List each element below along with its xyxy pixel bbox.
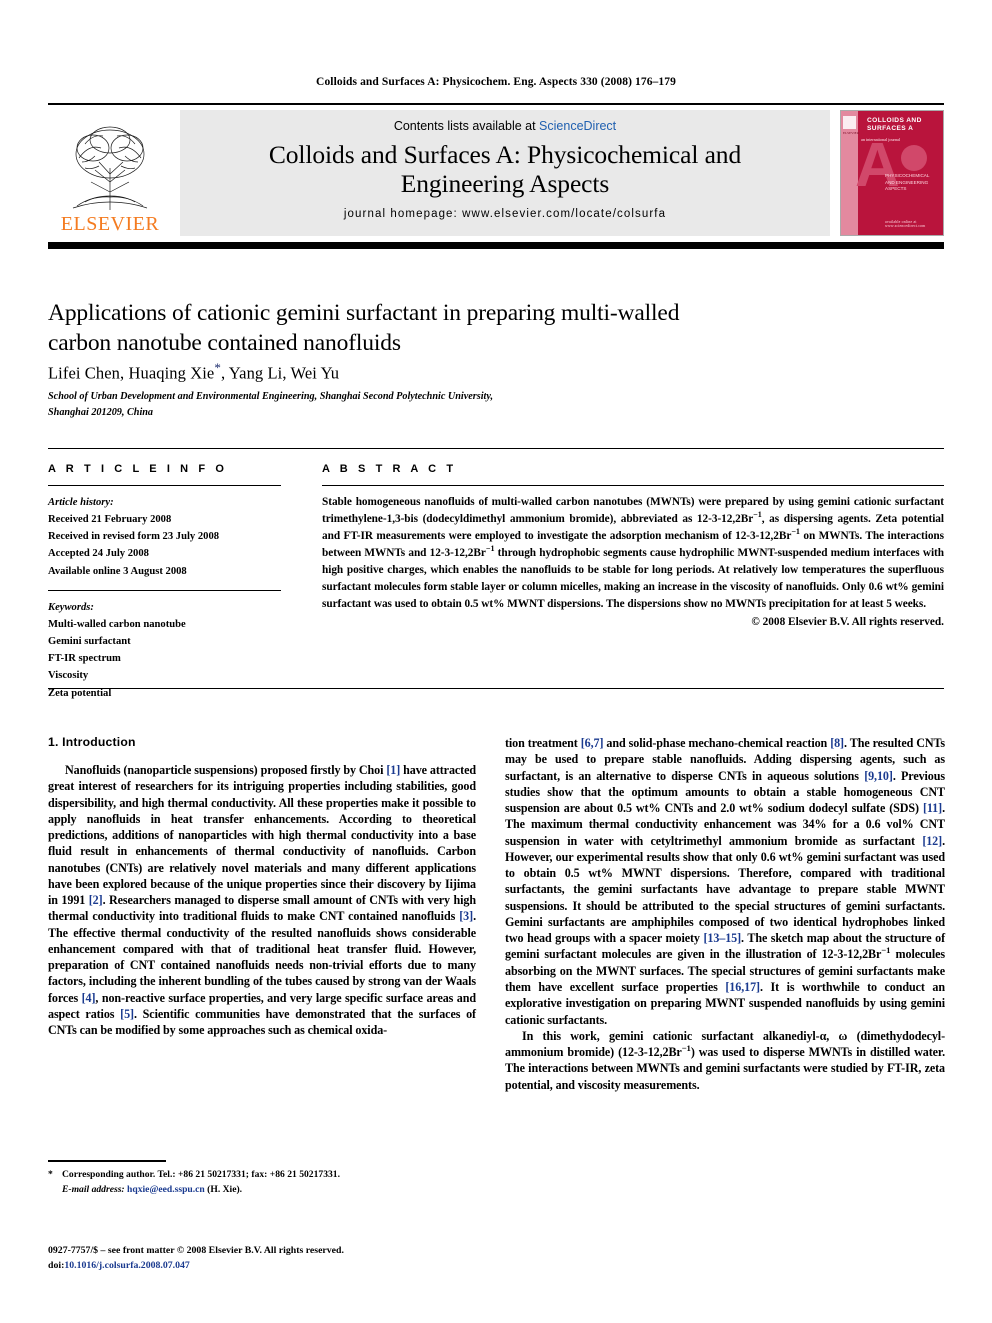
- history-item: Received 21 February 2008: [48, 514, 172, 526]
- keywords-label: Keywords:: [48, 601, 94, 613]
- affiliation-line1: School of Urban Development and Environm…: [48, 391, 494, 402]
- abstract-divider: [322, 485, 944, 486]
- abstract-sup-1: −1: [753, 510, 762, 520]
- footnote-email-line: E-mail address: hqxie@eed.sspu.cn (H. Xi…: [48, 1183, 478, 1198]
- footer-doi-link[interactable]: 10.1016/j.colsurfa.2008.07.047: [64, 1260, 189, 1271]
- cover-bottom-text: available online at www.sciencedirect.co…: [885, 220, 926, 228]
- cover-dot-shape: [901, 145, 927, 171]
- keyword-item: Gemini surfactant: [48, 636, 131, 648]
- citation-ref[interactable]: [13–15]: [703, 931, 741, 945]
- t1: Nanofluids (nanoparticle suspensions) pr…: [65, 763, 387, 777]
- citation-ref[interactable]: [5]: [120, 1007, 134, 1021]
- abstract-copyright: © 2008 Elsevier B.V. All rights reserved…: [751, 615, 944, 628]
- journal-title-line1: Colloids and Surfaces A: Physicochemical…: [268, 140, 742, 169]
- footer-doi-label: doi:: [48, 1260, 65, 1272]
- cover-subtitle: PHYSICOCHEMICAL AND ENGINEERING ASPECTS: [885, 173, 930, 192]
- section-heading-introduction: 1. Introduction: [48, 735, 136, 749]
- corresponding-author-marker[interactable]: *: [214, 360, 221, 375]
- header-rule-top: [48, 103, 944, 105]
- article-history-label: Article history:: [48, 497, 114, 508]
- t3: . Researchers managed to disperse small …: [48, 893, 476, 924]
- elsevier-tree-icon: [72, 126, 148, 210]
- authors-rest: , Yang Li, Wei Yu: [220, 363, 340, 383]
- citation-ref[interactable]: [9,10]: [864, 769, 893, 783]
- contents-prefix: Contents lists available at: [393, 119, 540, 133]
- info-block-rule-top: [48, 448, 944, 449]
- citation-ref[interactable]: [2]: [89, 893, 103, 907]
- footer-issn-line: 0927-7757/$ – see front matter © 2008 El…: [48, 1245, 344, 1256]
- t2: have attracted great interest of researc…: [48, 763, 476, 908]
- article-info-divider: [48, 485, 281, 486]
- footnote-email-link[interactable]: hqxie@eed.sspu.cn: [127, 1184, 205, 1195]
- body-column-right: tion treatment [6,7] and solid-phase mec…: [505, 735, 945, 1093]
- keyword-item: Multi-walled carbon nanotube: [48, 618, 186, 630]
- authors-first: Lifei Chen, Huaqing Xie: [48, 363, 215, 383]
- affiliation: School of Urban Development and Environm…: [48, 389, 668, 421]
- abstract-sup-2: −1: [791, 527, 800, 537]
- journal-cover-thumbnail[interactable]: ELSEVIER COLLOIDS AND SURFACES A an inte…: [840, 110, 944, 236]
- citation-ref[interactable]: [6,7]: [581, 736, 604, 750]
- sciencedirect-link[interactable]: ScienceDirect: [539, 119, 616, 133]
- elsevier-wordmark: ELSEVIER: [60, 213, 160, 235]
- citation-ref[interactable]: [11]: [923, 801, 942, 815]
- history-item: Available online 3 August 2008: [48, 565, 187, 577]
- history-item: Received in revised form 23 July 2008: [48, 531, 220, 543]
- body-column-left: 1. Introduction Nanofluids (nanoparticle…: [48, 735, 476, 1039]
- contents-available-line: Contents lists available at ScienceDirec…: [394, 119, 616, 133]
- intro-paragraph-right-1: tion treatment [6,7] and solid-phase mec…: [505, 735, 945, 1028]
- journal-title-line2: Engineering Aspects: [400, 169, 610, 199]
- citation-ref[interactable]: [12]: [922, 834, 942, 848]
- keyword-item: FT-IR spectrum: [48, 653, 121, 665]
- t6: . However, our experimental results show…: [505, 833, 945, 946]
- keywords-divider: [48, 589, 281, 591]
- abstract-column: A B S T R A C T Stable homogeneous nanof…: [322, 463, 944, 628]
- citation-ref[interactable]: [3]: [459, 909, 473, 923]
- paper-page: Colloids and Surfaces A: Physicochem. En…: [0, 0, 992, 1323]
- footnote-corresponding-line: * Corresponding author. Tel.: +86 21 5021…: [48, 1168, 478, 1183]
- keywords-list: Keywords: Multi-walled carbon nanotube G…: [48, 599, 281, 702]
- journal-homepage[interactable]: journal homepage: www.elsevier.com/locat…: [344, 208, 666, 220]
- intro-paragraph-left: Nanofluids (nanoparticle suspensions) pr…: [48, 762, 476, 1039]
- footnote-corresponding-text: Corresponding author. Tel.: +86 21 50217…: [62, 1169, 340, 1180]
- footnote-rule: [48, 1160, 166, 1162]
- footnote-email-label: E-mail address:: [62, 1183, 125, 1195]
- article-info-heading: A R T I C L E I N F O: [48, 463, 228, 475]
- abstract-text: Stable homogeneous nanofluids of multi-w…: [322, 494, 944, 613]
- citation-ref[interactable]: [1]: [386, 763, 400, 777]
- history-item: Accepted 24 July 2008: [48, 548, 149, 560]
- journal-band: Contents lists available at ScienceDirec…: [180, 110, 830, 236]
- page-footer: 0927-7757/$ – see front matter © 2008 El…: [48, 1243, 548, 1273]
- t2: and solid-phase mechano-chemical reactio…: [603, 736, 831, 750]
- author-list: Lifei Chen, Huaqing Xie*, Yang Li, Wei Y…: [48, 360, 748, 384]
- t1: tion treatment: [505, 736, 581, 750]
- article-history: Article history: Received 21 February 20…: [48, 494, 281, 580]
- affiliation-line2: Shanghai 201209, China: [48, 406, 154, 418]
- cover-elsevier-mark: [843, 116, 856, 129]
- abstract-heading: A B S T R A C T: [322, 463, 457, 475]
- journal-masthead: ELSEVIER Contents lists available at Sci…: [48, 110, 944, 236]
- footnote: * Corresponding author. Tel.: +86 21 5021…: [48, 1168, 478, 1197]
- intro-paragraph-right-2: In this work, gemini cationic surfactant…: [505, 1028, 945, 1093]
- running-head: Colloids and Surfaces A: Physicochem. En…: [316, 76, 676, 88]
- elsevier-logo[interactable]: ELSEVIER: [48, 110, 172, 236]
- sup-charge: −1: [681, 1043, 691, 1054]
- citation-ref[interactable]: [8]: [830, 736, 844, 750]
- footnote-star: *: [48, 1169, 53, 1180]
- info-block-rule-bottom: [48, 688, 944, 689]
- footer-doi-line: doi:10.1016/j.colsurfa.2008.07.047: [48, 1258, 548, 1273]
- journal-title: Colloids and Surfaces A: Physicochemical…: [269, 140, 741, 198]
- header-rule-bottom: [48, 242, 944, 249]
- citation-ref[interactable]: [4]: [82, 991, 96, 1005]
- article-title: Applications of cationic gemini surfacta…: [48, 299, 680, 357]
- article-info-column: A R T I C L E I N F O Article history: R…: [48, 463, 281, 702]
- citation-ref[interactable]: [16,17]: [725, 980, 760, 994]
- keyword-item: Viscosity: [48, 670, 89, 682]
- footnote-email-owner: (H. Xie).: [207, 1183, 243, 1195]
